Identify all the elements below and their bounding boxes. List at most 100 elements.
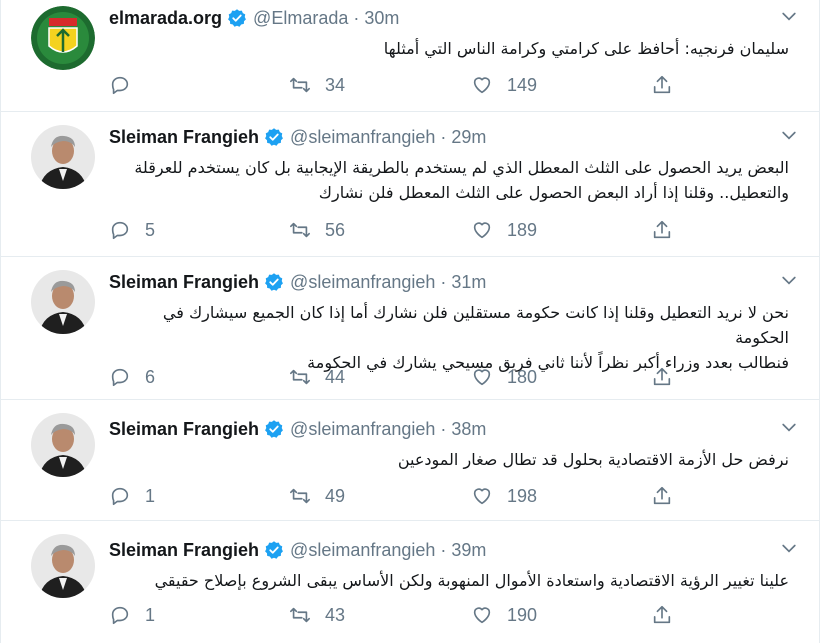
like-button[interactable]: 190 xyxy=(471,602,537,628)
retweet-count: 34 xyxy=(325,74,346,95)
retweet-button[interactable]: 44 xyxy=(289,364,345,390)
share-button[interactable] xyxy=(651,72,673,98)
reply-count: 6 xyxy=(145,366,156,387)
profile-photo-icon[interactable] xyxy=(31,125,95,189)
tweet-text: نرفض حل الأزمة الاقتصادية بحلول قد تطال … xyxy=(109,447,789,472)
retweet-count: 49 xyxy=(325,485,346,506)
like-count: 149 xyxy=(507,74,538,95)
retweet-button[interactable]: 34 xyxy=(289,72,345,98)
tweet-text-line: والتعطيل.. وقلنا إذا أراد البعض الحصول ع… xyxy=(318,183,789,202)
retweet-count: 56 xyxy=(325,219,346,240)
user-handle[interactable]: @Elmarada xyxy=(253,8,348,29)
tweet-text: سليمان فرنجيه: أحافظ على كرامتي وكرامة ا… xyxy=(109,36,789,61)
chevron-down-icon[interactable] xyxy=(779,270,799,290)
tweet-text-line: نحن لا نريد التعطيل وقلنا إذا كانت حكومة… xyxy=(162,303,789,347)
separator-dot: · xyxy=(440,271,447,292)
retweet-button[interactable]: 49 xyxy=(289,483,345,509)
reply-button[interactable]: 1 xyxy=(109,602,155,628)
like-button[interactable]: 149 xyxy=(471,72,537,98)
tweet-card[interactable]: Sleiman Frangieh @sleimanfrangieh · 38m … xyxy=(1,401,819,521)
retweet-button[interactable]: 43 xyxy=(289,602,345,628)
reply-icon xyxy=(111,606,129,625)
tweet-card[interactable]: elmarada.org @Elmarada · 30m سليمان فرنج… xyxy=(1,0,819,112)
share-icon xyxy=(653,220,671,239)
tweet-actions: 1 49 198 xyxy=(109,483,699,509)
heart-icon xyxy=(473,77,491,94)
like-count: 189 xyxy=(507,219,538,240)
share-button[interactable] xyxy=(651,217,673,243)
separator-dot: · xyxy=(440,126,447,147)
tweet-header: elmarada.org @Elmarada · 30m xyxy=(109,6,399,30)
separator-dot: · xyxy=(353,7,360,28)
chevron-down-icon[interactable] xyxy=(779,538,799,558)
tweet-actions: 1 43 190 xyxy=(109,602,699,628)
display-name[interactable]: elmarada.org xyxy=(109,8,222,29)
display-name[interactable]: Sleiman Frangieh xyxy=(109,419,259,440)
like-button[interactable]: 189 xyxy=(471,217,537,243)
user-handle[interactable]: @sleimanfrangieh xyxy=(290,272,435,293)
heart-icon xyxy=(473,607,491,624)
share-icon xyxy=(653,486,671,505)
tweet-actions: 6 44 180 xyxy=(109,364,699,390)
verified-badge-icon xyxy=(265,273,283,291)
reply-button[interactable]: 1 xyxy=(109,483,155,509)
tweet-card[interactable]: Sleiman Frangieh @sleimanfrangieh · 29m … xyxy=(1,113,819,257)
tweet-header: Sleiman Frangieh @sleimanfrangieh · 31m xyxy=(109,270,486,294)
reply-button[interactable]: 6 xyxy=(109,364,155,390)
tweet-actions: 34 149 xyxy=(109,72,699,98)
like-count: 180 xyxy=(507,366,538,387)
verified-badge-icon xyxy=(265,420,283,438)
profile-photo-icon[interactable] xyxy=(31,534,95,598)
tweet-text: البعض يريد الحصول على الثلث المعطل الذي … xyxy=(109,155,789,205)
verified-badge-icon xyxy=(228,9,246,27)
display-name[interactable]: Sleiman Frangieh xyxy=(109,127,259,148)
share-icon xyxy=(653,605,671,624)
share-button[interactable] xyxy=(651,364,673,390)
tweet-text-line: علينا تغيير الرؤية الاقتصادية واستعادة ا… xyxy=(154,571,789,590)
reply-button[interactable]: 5 xyxy=(109,217,155,243)
chevron-down-icon[interactable] xyxy=(779,6,799,26)
like-button[interactable]: 180 xyxy=(471,364,537,390)
reply-count: 5 xyxy=(145,219,156,240)
separator-dot: · xyxy=(440,418,447,439)
retweet-icon xyxy=(290,607,310,623)
retweet-icon xyxy=(290,369,310,385)
timestamp[interactable]: 29m xyxy=(451,127,486,148)
like-count: 198 xyxy=(507,485,538,506)
separator-dot: · xyxy=(440,539,447,560)
tweet-card[interactable]: Sleiman Frangieh @sleimanfrangieh · 31m … xyxy=(1,258,819,400)
reply-count: 1 xyxy=(145,485,156,506)
retweet-button[interactable]: 56 xyxy=(289,217,345,243)
user-handle[interactable]: @sleimanfrangieh xyxy=(290,540,435,561)
chevron-down-icon[interactable] xyxy=(779,417,799,437)
like-button[interactable]: 198 xyxy=(471,483,537,509)
retweet-icon xyxy=(290,77,310,93)
display-name[interactable]: Sleiman Frangieh xyxy=(109,540,259,561)
timestamp[interactable]: 39m xyxy=(451,540,486,561)
heart-icon xyxy=(473,222,491,239)
timestamp[interactable]: 31m xyxy=(451,272,486,293)
share-icon xyxy=(653,367,671,386)
profile-photo-icon[interactable] xyxy=(31,270,95,334)
tweet-card[interactable]: Sleiman Frangieh @sleimanfrangieh · 39m … xyxy=(1,522,819,643)
retweet-icon xyxy=(290,488,310,504)
verified-badge-icon xyxy=(265,128,283,146)
marada-logo-icon[interactable] xyxy=(31,6,95,70)
share-button[interactable] xyxy=(651,483,673,509)
user-handle[interactable]: @sleimanfrangieh xyxy=(290,127,435,148)
tweet-header: Sleiman Frangieh @sleimanfrangieh · 39m xyxy=(109,538,486,562)
tweet-text-line: سليمان فرنجيه: أحافظ على كرامتي وكرامة ا… xyxy=(383,39,789,58)
retweet-count: 43 xyxy=(325,604,346,625)
chevron-down-icon[interactable] xyxy=(779,125,799,145)
timestamp[interactable]: 30m xyxy=(364,8,399,29)
reply-icon xyxy=(111,221,129,240)
display-name[interactable]: Sleiman Frangieh xyxy=(109,272,259,293)
reply-button[interactable] xyxy=(109,72,145,98)
heart-icon xyxy=(473,488,491,505)
timestamp[interactable]: 38m xyxy=(451,419,486,440)
tweet-header: Sleiman Frangieh @sleimanfrangieh · 29m xyxy=(109,125,486,149)
user-handle[interactable]: @sleimanfrangieh xyxy=(290,419,435,440)
share-button[interactable] xyxy=(651,602,673,628)
tweet-header: Sleiman Frangieh @sleimanfrangieh · 38m xyxy=(109,417,486,441)
profile-photo-icon[interactable] xyxy=(31,413,95,477)
